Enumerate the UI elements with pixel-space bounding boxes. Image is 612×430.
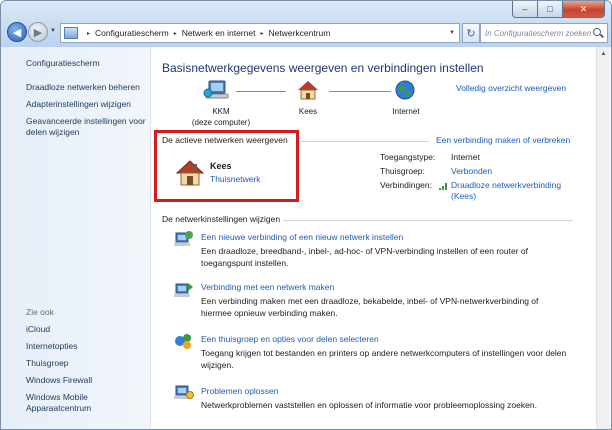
full-map-link[interactable]: Volledig overzicht weergeven [456, 83, 566, 93]
maximize-button[interactable]: □ [538, 1, 563, 18]
task-homegroup-link[interactable]: Een thuisgroep en opties voor delen sele… [201, 334, 379, 344]
map-connector [329, 91, 391, 92]
sidebar-item-adapter-settings[interactable]: Adapterinstellingen wijzigen [26, 99, 131, 110]
homegroup-link[interactable]: Verbonden [451, 166, 492, 176]
scroll-up-icon[interactable]: ▲ [598, 48, 609, 59]
breadcrumb-separator[interactable]: ▸ [174, 30, 177, 37]
access-type-value: Internet [451, 152, 480, 162]
see-also-windows-firewall[interactable]: Windows Firewall [26, 375, 92, 386]
see-also-homegroup[interactable]: Thuisgroep [26, 358, 69, 369]
task-connect-network-link[interactable]: Verbinding met een netwerk maken [201, 282, 334, 292]
breadcrumb-item-network-center[interactable]: Netwerkcentrum [268, 28, 330, 38]
globe-icon [395, 80, 415, 100]
map-computer-name: KKM [212, 107, 230, 116]
main-content: Basisnetwerkgegevens weergeven en verbin… [151, 47, 597, 429]
control-panel-icon [64, 27, 78, 39]
forward-arrow-icon[interactable]: ▶ [28, 22, 48, 42]
see-also-heading: Zie ook [26, 307, 54, 317]
access-type-label: Toegangstype: [380, 152, 436, 162]
caption-buttons: – □ ✕ [512, 1, 605, 18]
task-troubleshoot-desc: Netwerkproblemen vaststellen en oplossen… [201, 400, 537, 410]
network-type-link[interactable]: Thuisnetwerk [210, 174, 261, 184]
task-new-connection-link[interactable]: Een nieuwe verbinding of een nieuw netwe… [201, 232, 403, 242]
see-also-internet-options[interactable]: Internetopties [26, 341, 78, 352]
refresh-icon[interactable]: ↻ [462, 23, 480, 43]
house-icon [298, 81, 318, 100]
connect-network-icon [174, 283, 193, 297]
map-computer-sub: (deze computer) [191, 118, 251, 127]
sidebar-item-manage-wireless[interactable]: Draadloze netwerken beheren [26, 82, 140, 93]
close-button[interactable]: ✕ [563, 1, 605, 18]
connection-link[interactable]: Draadloze netwerkverbinding (Kees) [451, 180, 571, 202]
sidebar-item-advanced-sharing[interactable]: Geavanceerde instellingen voor delen wij… [26, 116, 146, 138]
search-box[interactable]: In Configuratiescherm zoeken [480, 23, 608, 43]
signal-bars-icon [439, 182, 448, 190]
homegroup-label: Thuisgroep: [380, 166, 425, 176]
map-internet-label: Internet [392, 107, 420, 116]
map-connector [236, 91, 286, 92]
troubleshoot-icon [174, 385, 194, 399]
task-connect-network-desc: Een verbinding maken met een draadloze, … [201, 296, 539, 318]
see-also-mobile-device-center[interactable]: Windows Mobile Apparaatcentrum [26, 392, 136, 414]
address-bar[interactable]: ▸ Configuratiescherm ▸ Netwerk en intern… [60, 23, 460, 43]
title-bar: – □ ✕ ◀ ▶ ▼ ▸ Configuratiescherm ▸ Netwe… [1, 1, 611, 47]
breadcrumb-item-control-panel[interactable]: Configuratiescherm [95, 28, 169, 38]
scrollbar[interactable]: ▲ [596, 47, 610, 429]
sidebar-item-control-panel-home[interactable]: Configuratiescherm [26, 58, 100, 69]
breadcrumb-item-network-internet[interactable]: Netwerk en internet [182, 28, 256, 38]
homegroup-icon [175, 334, 191, 349]
change-settings-heading: De netwerkinstellingen wijzigen [162, 214, 281, 224]
new-connection-icon [174, 231, 193, 246]
breadcrumb-separator[interactable]: ▸ [87, 30, 90, 37]
page-title: Basisnetwerkgegevens weergeven en verbin… [162, 61, 484, 75]
sidebar: Configuratiescherm Draadloze netwerken b… [1, 47, 151, 429]
task-new-connection-desc: Een draadloze, breedband-, inbel-, ad-ho… [201, 246, 528, 268]
minimize-button[interactable]: – [512, 1, 538, 18]
connections-label: Verbindingen: [380, 180, 432, 190]
breadcrumb-separator[interactable]: ▸ [260, 30, 263, 37]
connect-disconnect-link[interactable]: Een verbinding maken of verbreken [436, 135, 570, 145]
recent-pages-dropdown[interactable]: ▼ [50, 28, 56, 34]
address-dropdown-icon[interactable]: ▼ [449, 30, 455, 36]
map-network-name: Kees [298, 107, 318, 116]
search-input[interactable]: In Configuratiescherm zoeken [485, 29, 593, 38]
see-also-icloud[interactable]: iCloud [26, 324, 50, 335]
computer-icon [203, 80, 229, 99]
search-icon[interactable] [593, 27, 604, 39]
breadcrumb: ▸ Configuratiescherm ▸ Netwerk en intern… [82, 28, 330, 38]
divider [283, 220, 573, 221]
task-troubleshoot-link[interactable]: Problemen oplossen [201, 386, 279, 396]
active-network-name: Kees [210, 161, 232, 171]
back-arrow-icon[interactable]: ◀ [7, 22, 27, 42]
house-icon [176, 160, 204, 186]
task-homegroup-desc: Toegang krijgen tot bestanden en printer… [201, 348, 567, 370]
window: – □ ✕ ◀ ▶ ▼ ▸ Configuratiescherm ▸ Netwe… [0, 0, 612, 430]
divider [299, 141, 429, 142]
